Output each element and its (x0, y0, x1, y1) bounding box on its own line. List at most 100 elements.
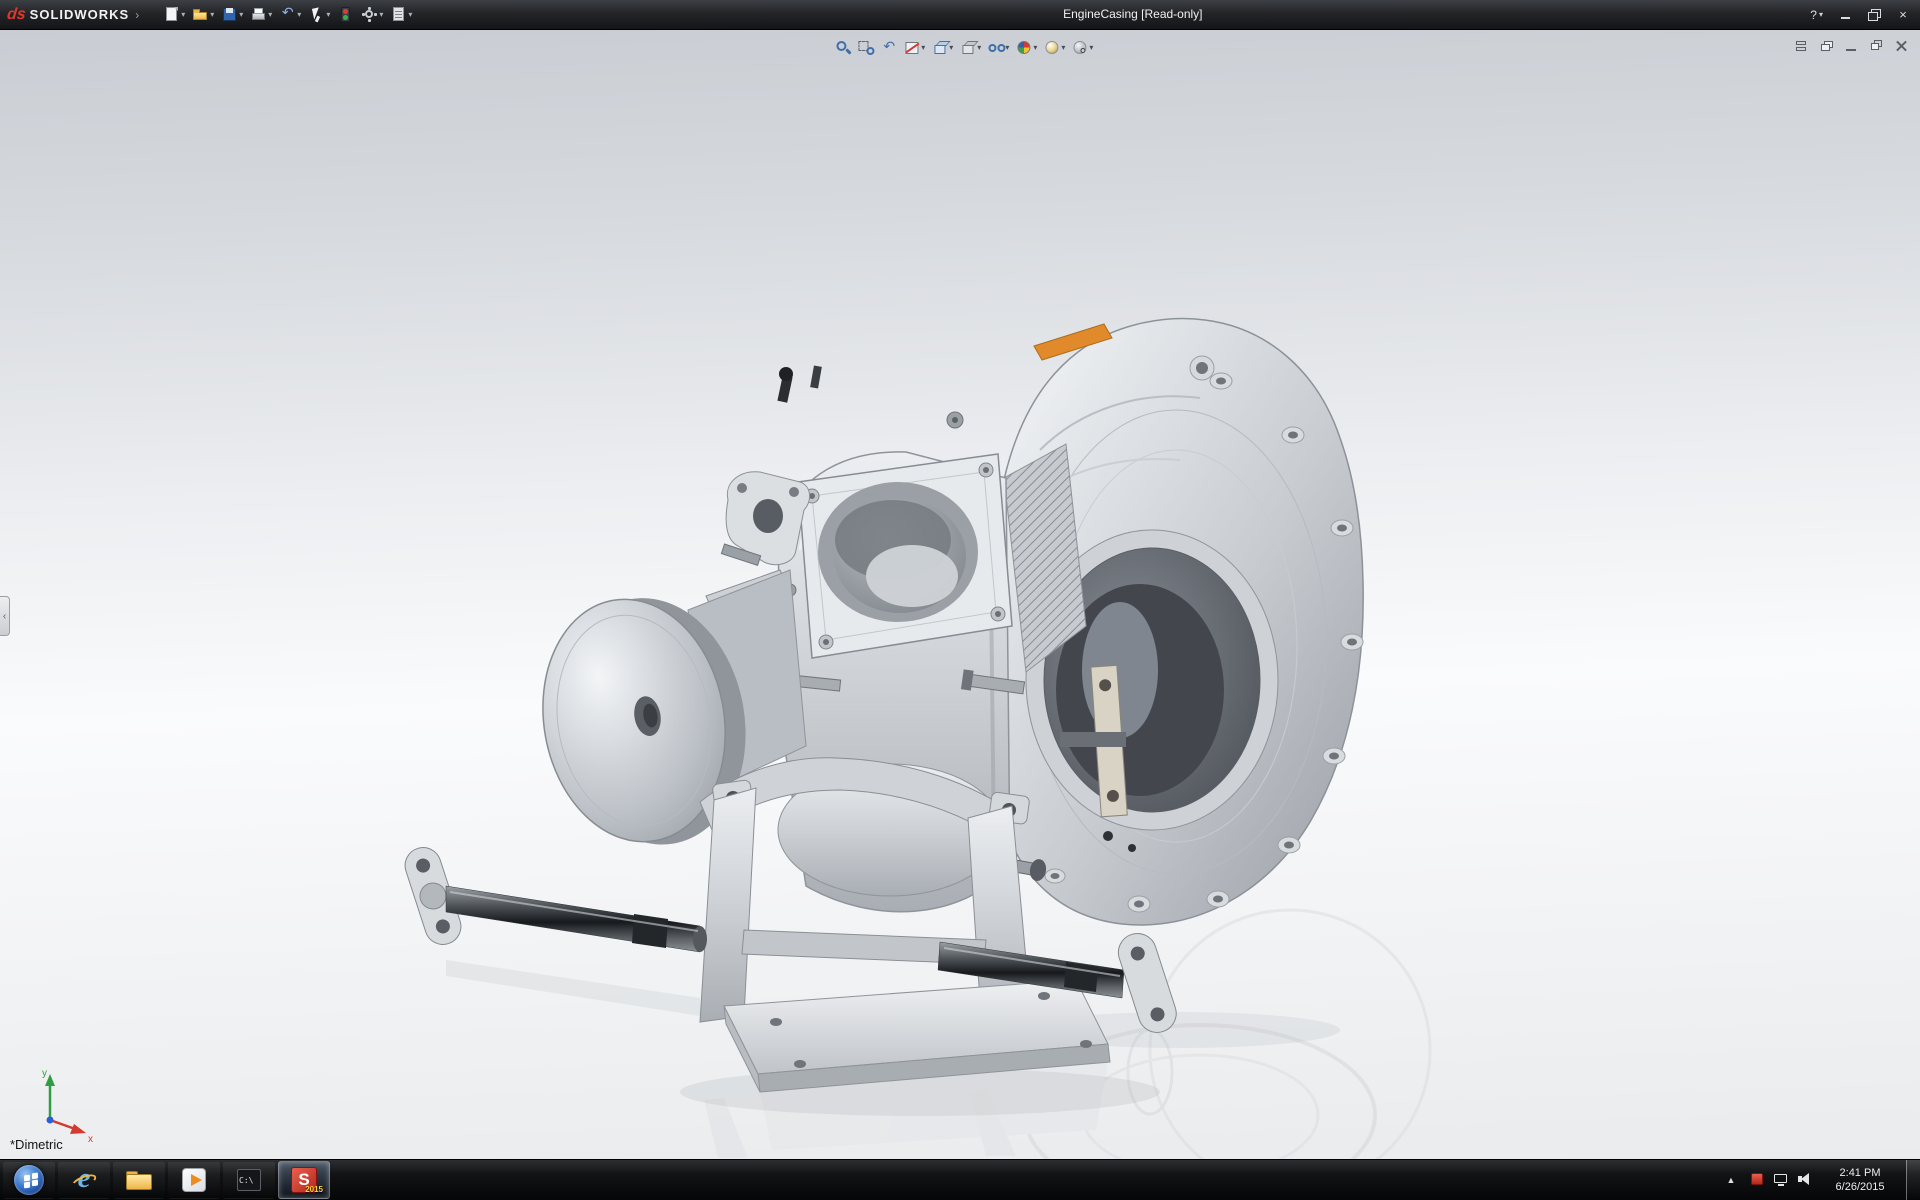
dropdown-arrow-icon[interactable]: ▾ (297, 10, 301, 19)
hide-show-items-icon (987, 39, 1004, 56)
graphics-area[interactable]: y x ▾ (0, 30, 1920, 1160)
hud-button-zoom-to-area[interactable] (855, 37, 876, 58)
front-drive-shaft[interactable] (400, 843, 707, 952)
taskbar-buttons: C:\ 2015 (0, 1160, 330, 1200)
toolbar-button-save[interactable]: ▾ (219, 5, 245, 24)
dropdown-arrow-icon[interactable]: ▾ (268, 10, 272, 19)
toolbar-button-open[interactable]: ▾ (190, 5, 216, 24)
doc-tile-windows[interactable] (1792, 38, 1810, 54)
dropdown-arrow-icon[interactable]: ▾ (379, 10, 383, 19)
apply-scene-icon (1043, 39, 1060, 56)
toolbar-button-new-document[interactable]: ▾ (161, 5, 187, 24)
dropdown-arrow-icon[interactable]: ▾ (1033, 43, 1037, 52)
doc-restore[interactable] (1867, 38, 1885, 54)
internet-explorer-icon (69, 1165, 99, 1195)
tray-icon-network[interactable] (1772, 1171, 1790, 1189)
display-style-icon (959, 39, 976, 56)
engine-casing-model[interactable]: y x (0, 30, 1920, 1160)
tray-icon-volume[interactable] (1796, 1171, 1814, 1189)
tray-icons (1748, 1171, 1814, 1189)
dropdown-arrow-icon[interactable]: ▾ (977, 43, 981, 52)
toolbar-button-print[interactable]: ▾ (248, 5, 274, 24)
tray-icon-app-status[interactable] (1748, 1171, 1766, 1189)
taskbar-button-media-player[interactable] (168, 1161, 220, 1199)
toolbar-button-undo[interactable]: ▾ (277, 5, 303, 24)
headsup-view-toolbar: ▾ ▾ ▾ ▾ ▾ ▾ ▾ (832, 35, 1095, 59)
menu-expand-arrow[interactable]: › (135, 8, 139, 22)
toolbar-button-rebuild[interactable] (335, 5, 356, 24)
dropdown-arrow-icon[interactable]: ▾ (1089, 43, 1093, 52)
toolbar-button-select[interactable]: ▾ (306, 5, 332, 24)
dropdown-arrow-icon[interactable]: ▾ (921, 43, 925, 52)
system-tray: ▲ 2:41 PM 6/26/2015 (1721, 1160, 1920, 1200)
close-button[interactable]: × (1890, 5, 1916, 25)
document-window-controls (1792, 38, 1910, 54)
view-orientation-icon (931, 39, 948, 56)
dropdown-arrow-icon[interactable]: ▾ (949, 43, 953, 52)
minimize-icon (1841, 17, 1850, 19)
dropdown-arrow-icon[interactable]: ▾ (326, 10, 330, 19)
hud-button-hide-show-items[interactable]: ▾ (985, 37, 1011, 58)
section-view-icon (903, 39, 920, 56)
doc-cascade-windows[interactable] (1817, 38, 1835, 54)
taskbar-clock[interactable]: 2:41 PM 6/26/2015 (1821, 1166, 1899, 1194)
document-title: EngineCasing [Read-only] (1063, 0, 1202, 29)
title-bar: ds SOLIDWORKS › ▾ ▾ ▾ ▾ ▾ (0, 0, 1920, 30)
doc-restore-icon (1868, 38, 1885, 55)
dropdown-arrow-icon[interactable]: ▾ (210, 10, 214, 19)
hud-button-view-orientation[interactable]: ▾ (929, 37, 955, 58)
dropdown-arrow-icon: ▾ (1819, 10, 1823, 19)
open-icon (192, 6, 209, 23)
undo-icon (279, 6, 296, 23)
doc-close[interactable] (1892, 38, 1910, 54)
windows-taskbar: C:\ 2015 ▲ 2:41 PM 6/26/2015 (0, 1159, 1920, 1200)
save-icon (221, 6, 238, 23)
dropdown-arrow-icon[interactable]: ▾ (181, 10, 185, 19)
help-button[interactable]: ? ▾ (1804, 7, 1829, 23)
clock-time: 2:41 PM (1821, 1166, 1899, 1180)
doc-cascade-windows-icon (1818, 38, 1835, 55)
edit-appearance-icon (1015, 39, 1032, 56)
hud-button-apply-scene[interactable]: ▾ (1041, 37, 1067, 58)
clutch-cover-disc[interactable] (524, 570, 806, 862)
new-document-icon (163, 6, 180, 23)
taskbar-button-windows-explorer[interactable] (113, 1161, 165, 1199)
dropdown-arrow-icon[interactable]: ▾ (239, 10, 243, 19)
orientation-triad: y x (42, 1068, 93, 1145)
restore-button[interactable] (1861, 5, 1887, 25)
show-desktop-button[interactable] (1906, 1160, 1920, 1200)
window-controls: ? ▾ × (1804, 0, 1916, 29)
network-icon (1773, 1171, 1789, 1187)
hud-button-previous-view[interactable] (878, 37, 899, 58)
media-player-icon (179, 1165, 209, 1195)
toolbar-button-file-properties[interactable]: ▾ (388, 5, 414, 24)
hud-button-view-settings[interactable]: ▾ (1069, 37, 1095, 58)
taskbar-button-solidworks-2015[interactable]: 2015 (278, 1161, 330, 1199)
taskbar-button-start[interactable] (3, 1161, 55, 1199)
carburetor-flange[interactable] (798, 454, 1012, 658)
hud-button-edit-appearance[interactable]: ▾ (1013, 37, 1039, 58)
options-icon (361, 6, 378, 23)
solidworks-logo-text: SOLIDWORKS (30, 7, 130, 22)
dropdown-arrow-icon[interactable]: ▾ (408, 10, 412, 19)
view-orientation-label: *Dimetric (10, 1137, 63, 1152)
svg-text:x: x (88, 1134, 93, 1145)
hud-button-zoom-to-fit[interactable] (832, 37, 853, 58)
doc-minimize-icon (1843, 38, 1860, 55)
task-pane-collapse-tab[interactable]: ‹ (0, 596, 10, 636)
hud-button-section-view[interactable]: ▾ (901, 37, 927, 58)
show-hidden-icons-button[interactable]: ▲ (1721, 1175, 1741, 1185)
dropdown-arrow-icon[interactable]: ▾ (1005, 43, 1009, 52)
hud-button-display-style[interactable]: ▾ (957, 37, 983, 58)
toolbar-button-options[interactable]: ▾ (359, 5, 385, 24)
view-settings-icon (1071, 39, 1088, 56)
collapse-arrow-icon: ‹ (3, 611, 6, 622)
restore-icon (1868, 9, 1880, 20)
taskbar-button-command-prompt[interactable]: C:\ (223, 1161, 275, 1199)
taskbar-button-internet-explorer[interactable] (58, 1161, 110, 1199)
doc-minimize[interactable] (1842, 38, 1860, 54)
svg-text:y: y (42, 1068, 47, 1079)
dropdown-arrow-icon[interactable]: ▾ (1061, 43, 1065, 52)
minimize-button[interactable] (1832, 5, 1858, 25)
solidworks-window: ds SOLIDWORKS › ▾ ▾ ▾ ▾ ▾ (0, 0, 1920, 1200)
